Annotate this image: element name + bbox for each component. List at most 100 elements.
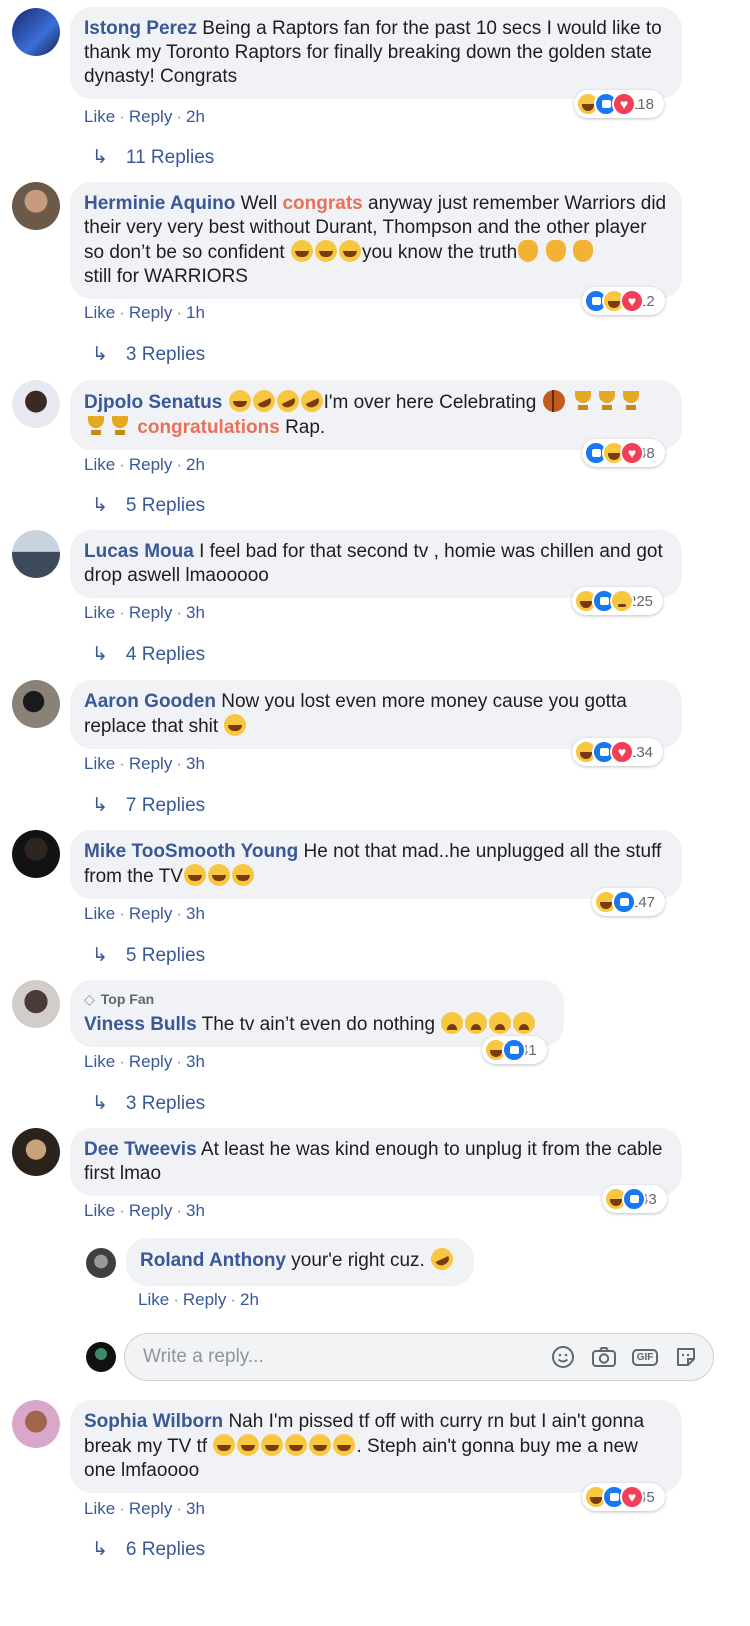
like-link[interactable]: Like bbox=[84, 603, 115, 622]
comment-author[interactable]: Mike TooSmooth Young bbox=[84, 841, 298, 862]
reply-link[interactable]: Reply bbox=[129, 107, 172, 126]
highlighted-word[interactable]: congrats bbox=[282, 193, 362, 214]
timestamp[interactable]: 2h bbox=[186, 455, 205, 474]
reply-link[interactable]: Reply bbox=[129, 904, 172, 923]
view-replies-link[interactable]: ↳ 4 Replies bbox=[92, 643, 205, 667]
avatar[interactable] bbox=[12, 1400, 60, 1448]
comment-bubble: Mike TooSmooth Young He not that mad..he… bbox=[70, 830, 682, 899]
comment-text: Rap. bbox=[279, 417, 326, 438]
view-replies-link[interactable]: ↳ 3 Replies bbox=[92, 343, 205, 367]
comment-actions: Like · Reply · 2h bbox=[84, 455, 205, 474]
avatar[interactable] bbox=[12, 380, 60, 428]
reply-input[interactable] bbox=[143, 1346, 535, 1368]
reactions-summary[interactable]: 45 bbox=[582, 1483, 665, 1511]
timestamp[interactable]: 2h bbox=[186, 107, 205, 126]
reactions-summary[interactable]: 147 bbox=[592, 888, 666, 916]
gif-icon[interactable]: GIF bbox=[631, 1344, 659, 1370]
emoji-picker-icon[interactable] bbox=[550, 1344, 576, 1370]
reactions-summary[interactable]: 225 bbox=[572, 587, 664, 615]
reply-arrow-icon: ↳ bbox=[92, 795, 108, 816]
avatar[interactable] bbox=[12, 680, 60, 728]
comment-text: Well bbox=[240, 193, 283, 214]
camera-icon[interactable] bbox=[591, 1344, 617, 1370]
sticker-icon[interactable] bbox=[673, 1344, 699, 1370]
avatar[interactable] bbox=[12, 830, 60, 878]
reply-arrow-icon: ↳ bbox=[92, 644, 108, 665]
comment-author[interactable]: Istong Perez bbox=[84, 18, 197, 39]
like-link[interactable]: Like bbox=[84, 1052, 115, 1071]
joy-emoji-icon bbox=[183, 864, 206, 886]
highlighted-word[interactable]: congratulations bbox=[137, 417, 280, 438]
joy-emoji-icon bbox=[261, 1434, 284, 1456]
comment-author[interactable]: Herminie Aquino bbox=[84, 193, 235, 214]
joy-emoji-icon bbox=[231, 864, 254, 886]
joy-emoji-icon bbox=[290, 240, 313, 262]
like-link[interactable]: Like bbox=[84, 1201, 115, 1220]
replies-count-label: 3 Replies bbox=[125, 344, 206, 365]
comment-author[interactable]: Aaron Gooden bbox=[84, 691, 216, 712]
timestamp[interactable]: 3h bbox=[186, 904, 205, 923]
like-link[interactable]: Like bbox=[84, 107, 115, 126]
avatar[interactable] bbox=[12, 8, 60, 56]
joy-emoji-icon bbox=[224, 714, 247, 736]
replies-count-label: 6 Replies bbox=[125, 1539, 206, 1560]
reply-link[interactable]: Reply bbox=[183, 1290, 226, 1309]
reply-link[interactable]: Reply bbox=[129, 455, 172, 474]
view-replies-link[interactable]: ↳ 5 Replies bbox=[92, 944, 205, 968]
reactions-summary[interactable]: 48 bbox=[582, 439, 665, 467]
comment-actions: Like · Reply · 3h bbox=[84, 1052, 205, 1071]
timestamp[interactable]: 3h bbox=[186, 603, 205, 622]
like-link[interactable]: Like bbox=[138, 1290, 169, 1309]
reactions-summary[interactable]: 134 bbox=[572, 738, 664, 766]
comment-author[interactable]: Djpolo Senatus bbox=[84, 392, 222, 413]
trophy-emoji-icon bbox=[620, 390, 642, 412]
comment-author[interactable]: Dee Tweevis bbox=[84, 1139, 197, 1160]
reply-link[interactable]: Reply bbox=[129, 603, 172, 622]
timestamp[interactable]: 3h bbox=[186, 1201, 205, 1220]
timestamp[interactable]: 1h bbox=[186, 303, 205, 322]
like-link[interactable]: Like bbox=[84, 455, 115, 474]
timestamp[interactable]: 3h bbox=[186, 1052, 205, 1071]
timestamp[interactable]: 2h bbox=[240, 1290, 259, 1309]
reactions-summary[interactable]: 43 bbox=[602, 1185, 667, 1213]
reply-link[interactable]: Reply bbox=[129, 1499, 172, 1518]
like-link[interactable]: Like bbox=[84, 303, 115, 322]
avatar[interactable] bbox=[12, 980, 60, 1028]
comment-author[interactable]: Sophia Wilborn bbox=[84, 1411, 223, 1432]
reply-link[interactable]: Reply bbox=[129, 303, 172, 322]
reply-arrow-icon: ↳ bbox=[92, 945, 108, 966]
reply-link[interactable]: Reply bbox=[129, 1201, 172, 1220]
joy-emoji-icon bbox=[213, 1434, 236, 1456]
avatar[interactable] bbox=[86, 1248, 116, 1278]
avatar[interactable] bbox=[12, 182, 60, 230]
timestamp[interactable]: 3h bbox=[186, 1499, 205, 1518]
comment-actions: Like · Reply · 2h bbox=[84, 107, 205, 126]
comment-text: still for WARRIORS bbox=[84, 266, 248, 287]
like-reaction-icon bbox=[612, 890, 636, 914]
sad-reaction-icon bbox=[610, 589, 634, 613]
like-link[interactable]: Like bbox=[84, 754, 115, 773]
reply-link[interactable]: Reply bbox=[129, 1052, 172, 1071]
replies-count-label: 5 Replies bbox=[125, 495, 206, 516]
replies-count-label: 3 Replies bbox=[125, 1093, 206, 1114]
view-replies-link[interactable]: ↳ 3 Replies bbox=[92, 1092, 205, 1116]
like-link[interactable]: Like bbox=[84, 1499, 115, 1518]
reply-link[interactable]: Reply bbox=[129, 754, 172, 773]
timestamp[interactable]: 3h bbox=[186, 754, 205, 773]
comment-bubble: Dee Tweevis At least he was kind enough … bbox=[70, 1128, 682, 1196]
comment-author[interactable]: Lucas Moua bbox=[84, 541, 194, 562]
view-replies-link[interactable]: ↳ 5 Replies bbox=[92, 494, 205, 518]
avatar[interactable] bbox=[12, 1128, 60, 1176]
reactions-summary[interactable]: 12 bbox=[582, 287, 665, 315]
avatar[interactable] bbox=[12, 530, 60, 578]
view-replies-link[interactable]: ↳ 6 Replies bbox=[92, 1538, 205, 1562]
reactions-summary[interactable]: 41 bbox=[482, 1036, 547, 1064]
love-reaction-icon bbox=[620, 289, 644, 313]
comment-author[interactable]: Viness Bulls bbox=[84, 1014, 197, 1035]
view-replies-link[interactable]: ↳ 7 Replies bbox=[92, 794, 205, 818]
view-replies-link[interactable]: ↳ 11 Replies bbox=[92, 146, 214, 170]
like-link[interactable]: Like bbox=[84, 904, 115, 923]
reactions-summary[interactable]: 118 bbox=[574, 90, 664, 118]
comment-author[interactable]: Roland Anthony bbox=[140, 1250, 286, 1271]
rofl-emoji-icon bbox=[248, 386, 279, 416]
